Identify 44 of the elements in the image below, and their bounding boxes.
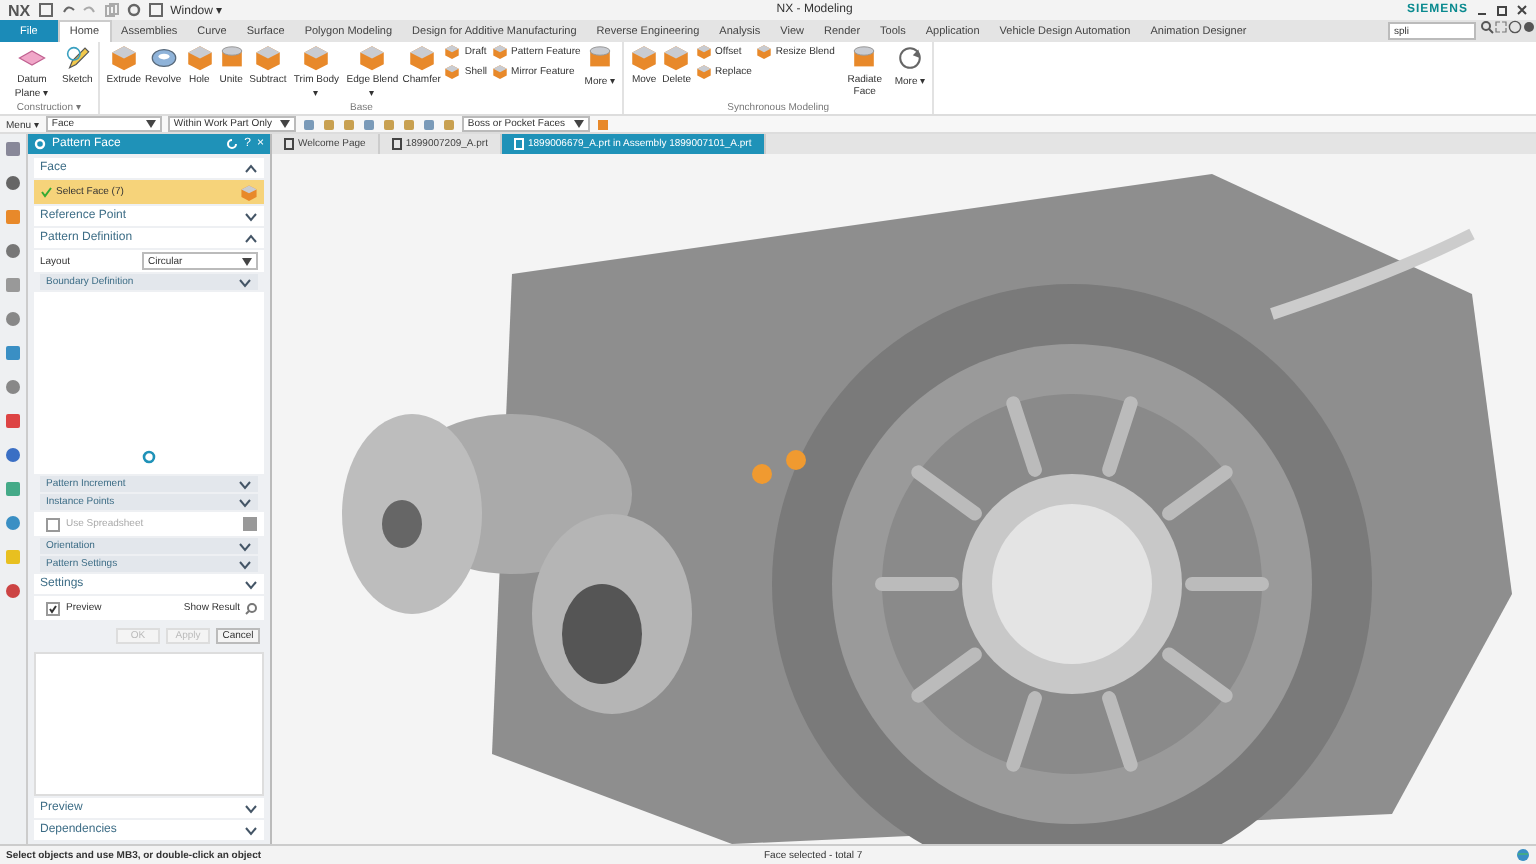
cube-icon	[240, 183, 258, 201]
reset-icon[interactable]	[226, 138, 239, 150]
search-icon[interactable]	[244, 601, 258, 615]
cube-icon	[755, 44, 772, 60]
search-icon[interactable]	[1480, 20, 1494, 34]
undo-icon[interactable]	[60, 2, 77, 18]
document-icon	[284, 138, 294, 150]
circular-arrows-icon	[896, 44, 925, 72]
cube-icon	[491, 44, 508, 60]
cube-icon	[109, 44, 138, 72]
cube-icon	[407, 44, 436, 72]
cube-icon	[444, 44, 461, 60]
chevron-down-icon[interactable]	[238, 277, 252, 287]
spinner-icon	[142, 450, 156, 464]
checkmark-icon	[40, 186, 52, 198]
chevron-down-icon[interactable]	[244, 211, 258, 221]
cube-icon	[253, 44, 282, 72]
cube-icon	[630, 44, 659, 72]
pencil-icon	[63, 44, 92, 72]
cube-icon	[662, 44, 691, 72]
globe-icon[interactable]	[1516, 848, 1530, 862]
document-icon	[513, 138, 524, 150]
cube-icon	[358, 44, 387, 72]
close-icon[interactable]	[1516, 4, 1528, 16]
cube-icon	[185, 44, 214, 72]
app-logo: NX	[8, 1, 31, 19]
caret-icon	[242, 257, 252, 265]
cylinder-icon	[217, 44, 246, 72]
chevron-up-icon[interactable]	[244, 163, 258, 173]
cube-icon	[695, 64, 712, 80]
cube-icon	[302, 44, 331, 72]
caret-icon	[573, 120, 584, 128]
chevron-up-icon[interactable]	[244, 233, 258, 243]
cube-icon	[444, 64, 461, 80]
cube-icon	[695, 44, 712, 60]
cylinder-icon	[586, 44, 615, 72]
caret-icon	[279, 120, 290, 128]
document-icon	[391, 138, 402, 150]
restore-icon[interactable]	[1496, 4, 1508, 16]
caret-icon	[145, 120, 156, 128]
cylinder-icon	[850, 44, 879, 72]
checkmark-icon	[48, 603, 58, 613]
cube-icon	[491, 64, 508, 80]
cube-icon[interactable]	[595, 117, 610, 131]
